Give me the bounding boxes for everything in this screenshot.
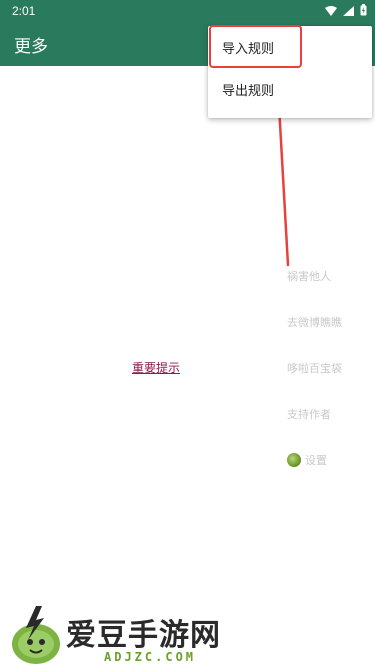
important-notice-link[interactable]: 重要提示 (132, 359, 180, 376)
battery-icon (360, 4, 367, 19)
highlight-box (209, 25, 302, 68)
signal-icon (343, 5, 354, 19)
side-item-1[interactable]: 去微博瞧瞧 (287, 314, 342, 330)
side-item-settings[interactable]: 设置 (287, 452, 327, 468)
settings-ball-icon (287, 453, 301, 467)
status-time: 2:01 (12, 4, 36, 18)
page-title: 更多 (14, 37, 48, 57)
watermark-title: 爱豆手游网 (66, 618, 221, 653)
side-item-settings-label: 设置 (305, 454, 327, 467)
side-item-2[interactable]: 哆啦百宝袋 (287, 360, 342, 376)
side-item-0[interactable]: 祸害他人 (287, 268, 331, 284)
menu-item-export-rules[interactable]: 导出规则 (208, 72, 372, 112)
status-icons (325, 4, 367, 19)
wifi-icon (325, 5, 337, 19)
watermark-logo: 爱豆手游网 ADJZC.COM (6, 604, 256, 666)
status-bar: 2:01 (0, 0, 375, 22)
screen: 2:01 更多 重要提示 祸害他人 去微博瞧瞧 哆啦百宝袋 支持作者 设置 导入 (0, 0, 375, 668)
bean-logo-icon (12, 606, 60, 664)
watermark-subtitle: ADJZC.COM (104, 650, 197, 664)
side-item-3[interactable]: 支持作者 (287, 406, 331, 422)
